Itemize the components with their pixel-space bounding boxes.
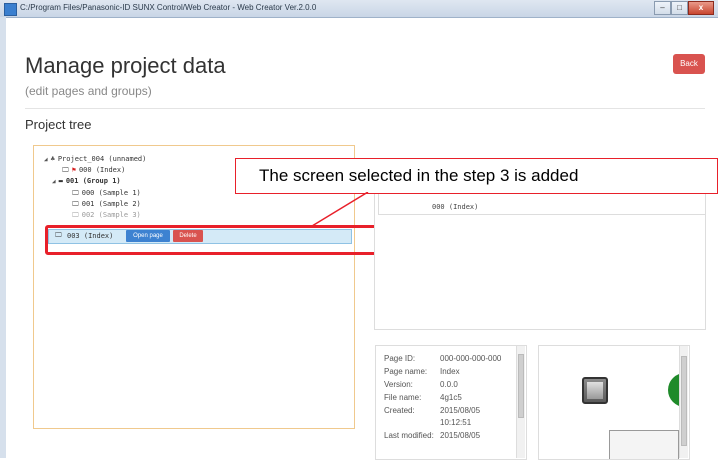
detail-value: 000-000-000-000 — [440, 354, 502, 363]
header-divider — [25, 108, 705, 109]
detail-value: 2015/08/05 — [440, 431, 481, 440]
tree-item-label: 002 (Sample 3) — [81, 211, 141, 219]
monitor-icon: 🖵 — [72, 199, 79, 208]
monitor-icon: 🖵 — [72, 188, 79, 197]
folder-icon: ▬ — [58, 177, 63, 185]
tree-item-sample3[interactable]: 🖵 002 (Sample 3) — [72, 210, 141, 220]
tree-item-label: 000 (Sample 1) — [81, 189, 141, 197]
app-icon — [4, 3, 17, 16]
detail-value: Index — [440, 367, 460, 376]
window-titlebar: C:/Program Files/Panasonic-ID SUNX Contr… — [0, 0, 718, 18]
callout-text: The screen selected in the step 3 is add… — [259, 166, 579, 185]
callout-pointer — [310, 192, 369, 227]
scrollbar-thumb[interactable] — [681, 356, 687, 446]
window-title: C:/Program Files/Panasonic-ID SUNX Contr… — [20, 3, 317, 12]
detail-value: 10:12:51 — [440, 418, 472, 427]
detail-label: Last modified: — [384, 431, 434, 440]
tree-item-label: 000 (Index) — [78, 166, 126, 174]
page-subtitle: (edit pages and groups) — [25, 84, 152, 98]
minimize-button[interactable]: – — [654, 1, 671, 15]
tree-item-project[interactable]: ◢ ♣ Project_004 (unnamed) — [44, 154, 146, 164]
preview-scrollbar[interactable] — [679, 346, 688, 458]
detail-label: Created: — [384, 406, 415, 415]
flag-icon: ⚑ — [71, 166, 76, 174]
tree-item-sample1[interactable]: 🖵 000 (Sample 1) — [72, 188, 141, 198]
window-frame — [0, 17, 6, 458]
sitemap-icon: ♣ — [50, 155, 55, 163]
tree-item-label: 001 (Sample 2) — [81, 200, 141, 208]
monitor-icon: 🖵 — [72, 210, 79, 219]
callout-connector — [310, 192, 369, 227]
detail-value: 2015/08/05 — [440, 406, 481, 415]
tree-item-group[interactable]: ◢ ▬ 001 (Group 1) — [52, 176, 121, 186]
monitor-icon: 🖵 — [62, 165, 69, 174]
expand-arrow-icon[interactable]: ◢ — [52, 178, 56, 185]
details-scrollbar[interactable] — [516, 346, 525, 458]
detail-label: Page name: — [384, 367, 428, 376]
window-controls: – □ x — [654, 1, 714, 15]
tree-item-index[interactable]: 🖵 ⚑ 000 (Index) — [62, 165, 125, 175]
page-list-box — [378, 194, 706, 215]
detail-label: File name: — [384, 393, 422, 402]
expand-arrow-icon[interactable]: ◢ — [44, 156, 48, 163]
detail-value: 0.0.0 — [440, 380, 458, 389]
tree-item-label: 001 (Group 1) — [65, 177, 121, 185]
detail-label: Page ID: — [384, 354, 416, 363]
detail-value: 4g1c5 — [440, 393, 462, 402]
preview-rect-widget — [609, 430, 679, 459]
tree-item-label: Project_004 (unnamed) — [57, 155, 147, 163]
tree-item-sample2[interactable]: 🖵 001 (Sample 2) — [72, 199, 141, 209]
annotation-callout: The screen selected in the step 3 is add… — [235, 158, 718, 194]
section-title: Project tree — [25, 117, 92, 132]
back-button[interactable]: Back — [673, 54, 705, 74]
maximize-button[interactable]: □ — [671, 1, 688, 15]
close-button[interactable]: x — [688, 1, 714, 15]
detail-label: Version: — [384, 380, 413, 389]
page-title: Manage project data — [25, 53, 226, 78]
scrollbar-thumb[interactable] — [518, 354, 524, 418]
page-list-item[interactable]: 000 (Index) — [432, 203, 478, 211]
annotation-highlight-box — [45, 225, 387, 255]
preview-button-widget — [582, 377, 608, 404]
